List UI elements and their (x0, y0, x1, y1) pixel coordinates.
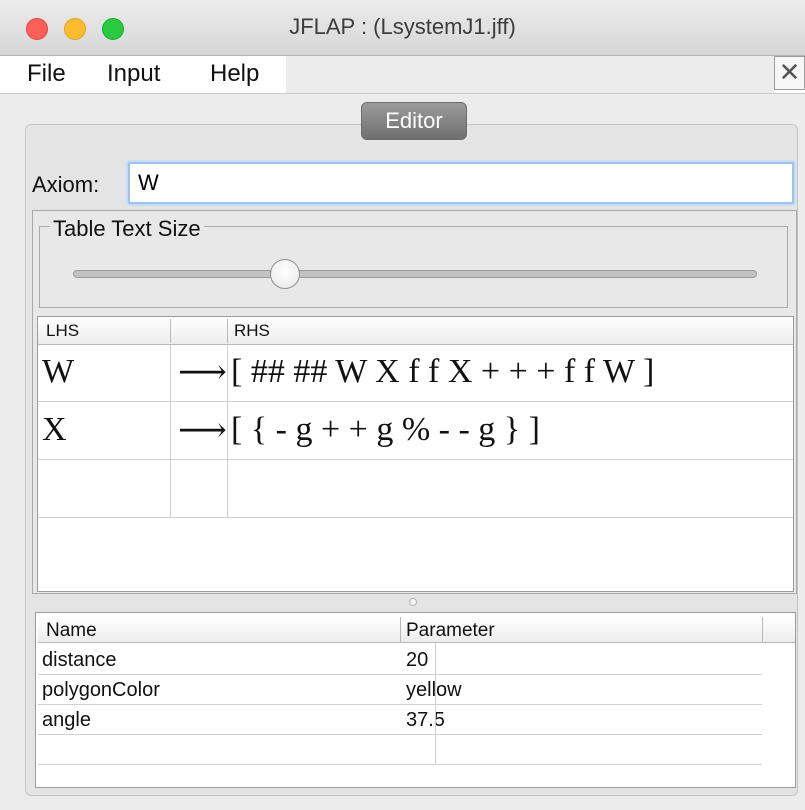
param-value-cell[interactable]: yellow (406, 679, 462, 702)
axiom-label: Axiom: (32, 172, 100, 197)
param-name-cell[interactable]: polygonColor (42, 679, 160, 702)
param-value-cell[interactable]: 20 (406, 649, 428, 672)
menu-bar: File Input Help (0, 56, 805, 94)
rule-rhs-cell[interactable]: [ { - g + + g % - - g } ] (231, 403, 540, 460)
header-name[interactable]: Name (46, 620, 97, 642)
window-title: JFLAP : (LsystemJ1.jff) (289, 14, 516, 39)
text-size-slider-track[interactable] (73, 270, 757, 278)
header-divider (170, 319, 171, 343)
column-divider (227, 345, 228, 517)
header-divider (400, 617, 401, 643)
rule-lhs-cell[interactable]: X (42, 403, 67, 460)
header-divider (227, 319, 228, 343)
arrow-icon: ⟶ (178, 410, 227, 450)
table-row[interactable] (38, 461, 793, 518)
menu-file[interactable]: File (27, 60, 66, 88)
param-value-cell[interactable]: 37.5 (406, 709, 445, 732)
rule-rhs-cell[interactable]: [ ## ## W X f f X + + + f f W ] (231, 345, 654, 402)
table-row[interactable]: X ⟶ [ { - g + + g % - - g } ] (38, 403, 793, 460)
arrow-icon: ⟶ (178, 352, 227, 392)
text-size-slider-thumb[interactable] (270, 259, 301, 289)
rules-table: LHS RHS W ⟶ [ ## ## W X f f X + + + f f … (37, 316, 794, 592)
menu-help[interactable]: Help (210, 60, 259, 88)
table-row[interactable] (38, 735, 762, 765)
header-parameter[interactable]: Parameter (406, 620, 495, 642)
header-lhs[interactable]: LHS (46, 321, 79, 341)
param-name-cell[interactable]: distance (42, 649, 117, 672)
rules-table-header: LHS RHS (38, 317, 793, 345)
table-row[interactable]: W ⟶ [ ## ## W X f f X + + + f f W ] (38, 345, 793, 402)
table-row[interactable]: polygonColor yellow (38, 675, 762, 705)
header-rhs[interactable]: RHS (234, 321, 270, 341)
parameters-table-header: Name Parameter (38, 617, 795, 643)
menu-input[interactable]: Input (107, 60, 160, 88)
close-icon[interactable]: ✕ (774, 56, 805, 90)
axiom-input[interactable] (128, 162, 794, 204)
column-divider (170, 345, 171, 517)
splitter-handle[interactable] (409, 598, 417, 606)
table-row[interactable]: distance 20 (38, 645, 762, 675)
menu-spacer (286, 56, 774, 94)
table-text-size-legend: Table Text Size (50, 216, 204, 242)
column-divider (435, 643, 436, 765)
parameters-table: Name Parameter distance 20 polygonColor … (35, 612, 796, 788)
rule-lhs-cell[interactable]: W (42, 345, 74, 402)
param-name-cell[interactable]: angle (42, 709, 91, 732)
title-bar: JFLAP : (LsystemJ1.jff) (0, 0, 805, 56)
tab-editor[interactable]: Editor (361, 102, 467, 140)
header-divider (762, 617, 763, 643)
table-row[interactable]: angle 37.5 (38, 705, 762, 735)
